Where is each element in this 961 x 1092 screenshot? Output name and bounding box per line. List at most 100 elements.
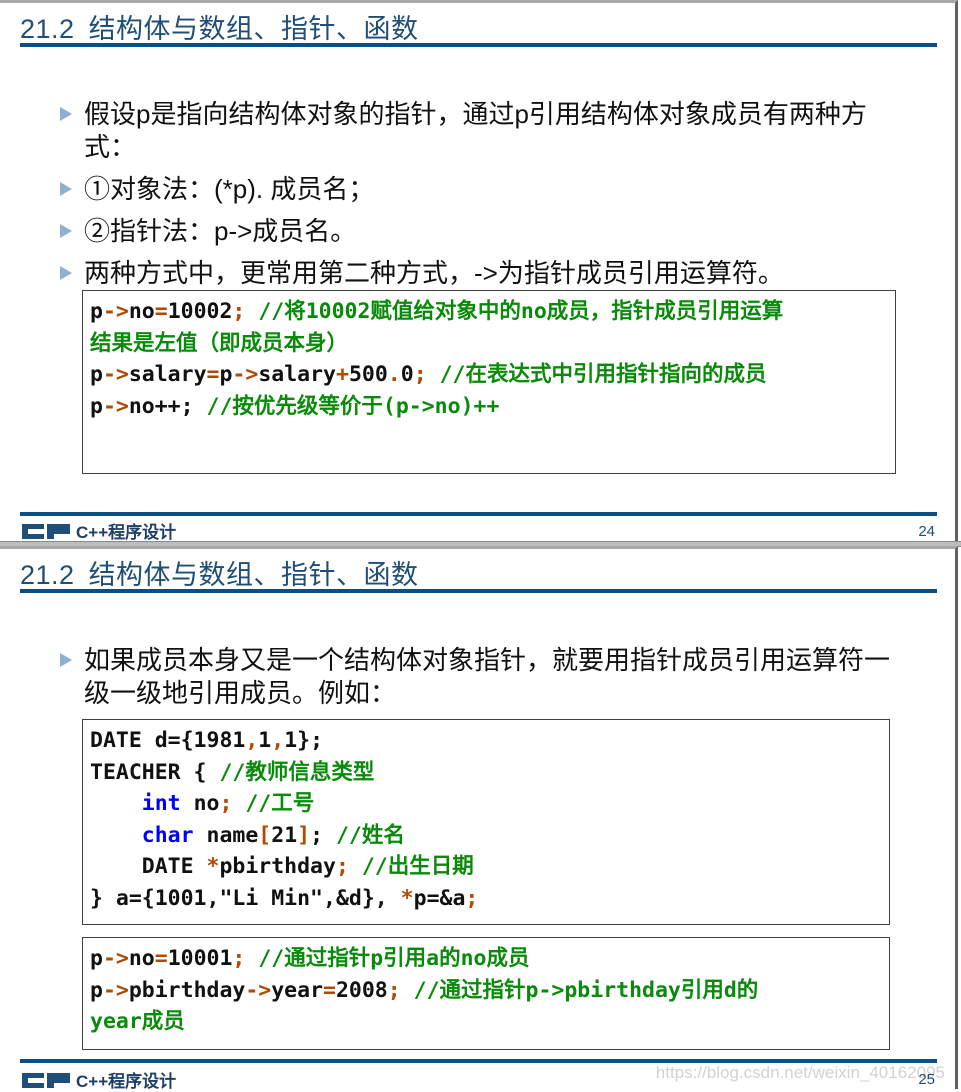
code-operator: * <box>206 854 220 879</box>
code-line: } a={1001,"Li Min",&d}, *p=&a; <box>90 883 882 915</box>
code-token: 10001 <box>167 946 233 971</box>
code-line: 结果是左值（即成员本身） <box>90 328 888 360</box>
code-block-usage: p->no=10001; //通过指针p引用a的no成员 p->pbirthday… <box>82 937 890 1050</box>
triangle-right-icon <box>60 224 72 238</box>
code-operator: , <box>271 728 285 753</box>
code-line: DATE *pbirthday; //出生日期 <box>90 851 882 883</box>
code-token: 21 <box>271 822 298 848</box>
course-name: C++程序设计 <box>76 523 177 542</box>
bullet-text: 两种方式中，更常用第二种方式，->为指针成员引用运算符。 <box>84 258 784 288</box>
code-token: p <box>219 362 233 387</box>
code-operator: = <box>323 977 336 1003</box>
code-token: no++; <box>128 393 207 419</box>
bullet-text: ①对象法：(*p). 成员名； <box>84 174 375 204</box>
code-token: p=&a <box>413 885 466 911</box>
footer-logo: C++程序设计 <box>20 1067 176 1092</box>
bullet-text: 如果成员本身又是一个结构体对象指针，就要用指针成员引用运算符一级一级地引用成员。… <box>84 645 891 708</box>
footer-rule <box>20 512 937 516</box>
title-rule <box>20 43 937 47</box>
code-operator: * <box>400 885 414 911</box>
code-comment: //工号 <box>245 791 315 816</box>
code-token: 2008 <box>335 977 388 1003</box>
code-operator: ; <box>335 854 362 879</box>
code-token: p <box>90 393 103 419</box>
code-token: TEACHER { <box>90 759 220 785</box>
code-operator: , <box>245 728 259 753</box>
code-operator: = <box>154 299 168 324</box>
slide-title: 21.2 结构体与数组、指针、函数 <box>20 7 419 46</box>
code-token: no <box>128 946 155 971</box>
code-operator: = <box>154 946 168 971</box>
code-token: p <box>90 299 103 324</box>
code-comment: 结果是左值（即成员本身） <box>90 330 349 356</box>
page-number: 25 <box>918 1071 935 1088</box>
code-operator: -> <box>245 977 272 1003</box>
title-rule <box>20 589 937 593</box>
code-token: no <box>180 791 220 816</box>
code-line: p->salary=p->salary+500.0; //在表达式中引用指针指向… <box>90 359 888 391</box>
code-comment: //通过指针p引用a的no成员 <box>258 946 530 971</box>
code-operator: ; <box>232 299 259 324</box>
code-block-declaration: DATE d={1981,1,1}; TEACHER { //教师信息类型 int… <box>82 719 890 925</box>
code-token: 1 <box>258 728 272 753</box>
triangle-right-icon <box>60 266 72 280</box>
cp-logo-icon <box>22 523 70 539</box>
footer-logo: C++程序设计 <box>20 518 176 543</box>
code-comment: year成员 <box>90 1009 185 1034</box>
bullet-list: 假设p是指向结构体对象的指针，通过p引用结构体对象成员有两种方式： ①对象法：(… <box>60 98 900 299</box>
code-line: int no; //工号 <box>90 788 882 820</box>
code-line: DATE d={1981,1,1}; <box>90 725 882 757</box>
code-line: p->pbirthday->year=2008; //通过指针p->pbirth… <box>90 975 882 1007</box>
code-line: year成员 <box>90 1006 882 1038</box>
code-operator: -> <box>102 299 129 324</box>
code-operator: [ <box>258 822 272 848</box>
code-keyword: char <box>141 822 194 848</box>
code-operator: -> <box>102 362 129 387</box>
code-token: 1}; <box>284 728 324 753</box>
code-operator: . <box>387 362 401 387</box>
code-token: name <box>193 822 259 848</box>
code-token: 10002 <box>167 299 233 324</box>
bullet-text: 假设p是指向结构体对象的指针，通过p引用结构体对象成员有两种方式： <box>84 99 867 162</box>
bullet-list: 如果成员本身又是一个结构体对象指针，就要用指针成员引用运算符一级一级地引用成员。… <box>60 644 900 719</box>
code-block: p->no=10002; //将10002赋值给对象中的no成员，指针成员引用运… <box>82 290 896 474</box>
page-number: 24 <box>918 523 935 540</box>
code-token: } a={1001,"Li Min",&d}, <box>90 885 401 911</box>
code-operator: -> <box>102 393 129 419</box>
cp-logo-icon <box>22 1072 70 1088</box>
code-operator: ; <box>219 791 246 816</box>
code-comment: //按优先级等价于(p->no)++ <box>206 393 500 419</box>
code-operator: = <box>206 362 220 387</box>
code-token: no <box>128 299 155 324</box>
slide-24: 21.2 结构体与数组、指针、函数 假设p是指向结构体对象的指针，通过p引用结构体… <box>0 0 958 542</box>
code-comment: //出生日期 <box>361 854 474 879</box>
watermark-url: https://blog.csdn.net/weixin_40162095 <box>655 1063 945 1082</box>
code-comment: //通过指针p->pbirthday引用d的 <box>413 977 759 1003</box>
code-token: p <box>90 946 103 971</box>
code-comment: //将10002赋值给对象中的no成员，指针成员引用运算 <box>258 299 784 324</box>
code-token: p <box>90 362 103 387</box>
section-title: 结构体与数组、指针、函数 <box>88 560 419 590</box>
code-token: DATE <box>90 854 207 879</box>
code-comment: //姓名 <box>335 822 405 848</box>
triangle-right-icon <box>60 107 72 121</box>
code-line: char name[21]; //姓名 <box>90 820 882 852</box>
code-token: pbirthday <box>128 977 246 1003</box>
code-operator: -> <box>232 362 259 387</box>
slide-25: 21.2 结构体与数组、指针、函数 如果成员本身又是一个结构体对象指针，就要用指针… <box>0 546 958 1092</box>
code-operator: -> <box>102 977 129 1003</box>
code-operator: -> <box>102 946 129 971</box>
code-operator: ; <box>465 885 479 911</box>
code-token: DATE d={1981 <box>90 728 246 753</box>
code-line: TEACHER { //教师信息类型 <box>90 757 882 789</box>
code-operator: + <box>335 362 349 387</box>
code-token: 0 <box>400 362 414 387</box>
code-token: salary <box>258 362 336 387</box>
code-line: p->no=10001; //通过指针p引用a的no成员 <box>90 943 882 975</box>
slide-title: 21.2 结构体与数组、指针、函数 <box>20 553 419 592</box>
bullet-item: 两种方式中，更常用第二种方式，->为指针成员引用运算符。 <box>60 257 900 290</box>
bullet-item: 假设p是指向结构体对象的指针，通过p引用结构体对象成员有两种方式： <box>60 98 900 164</box>
code-token: salary <box>128 362 207 387</box>
